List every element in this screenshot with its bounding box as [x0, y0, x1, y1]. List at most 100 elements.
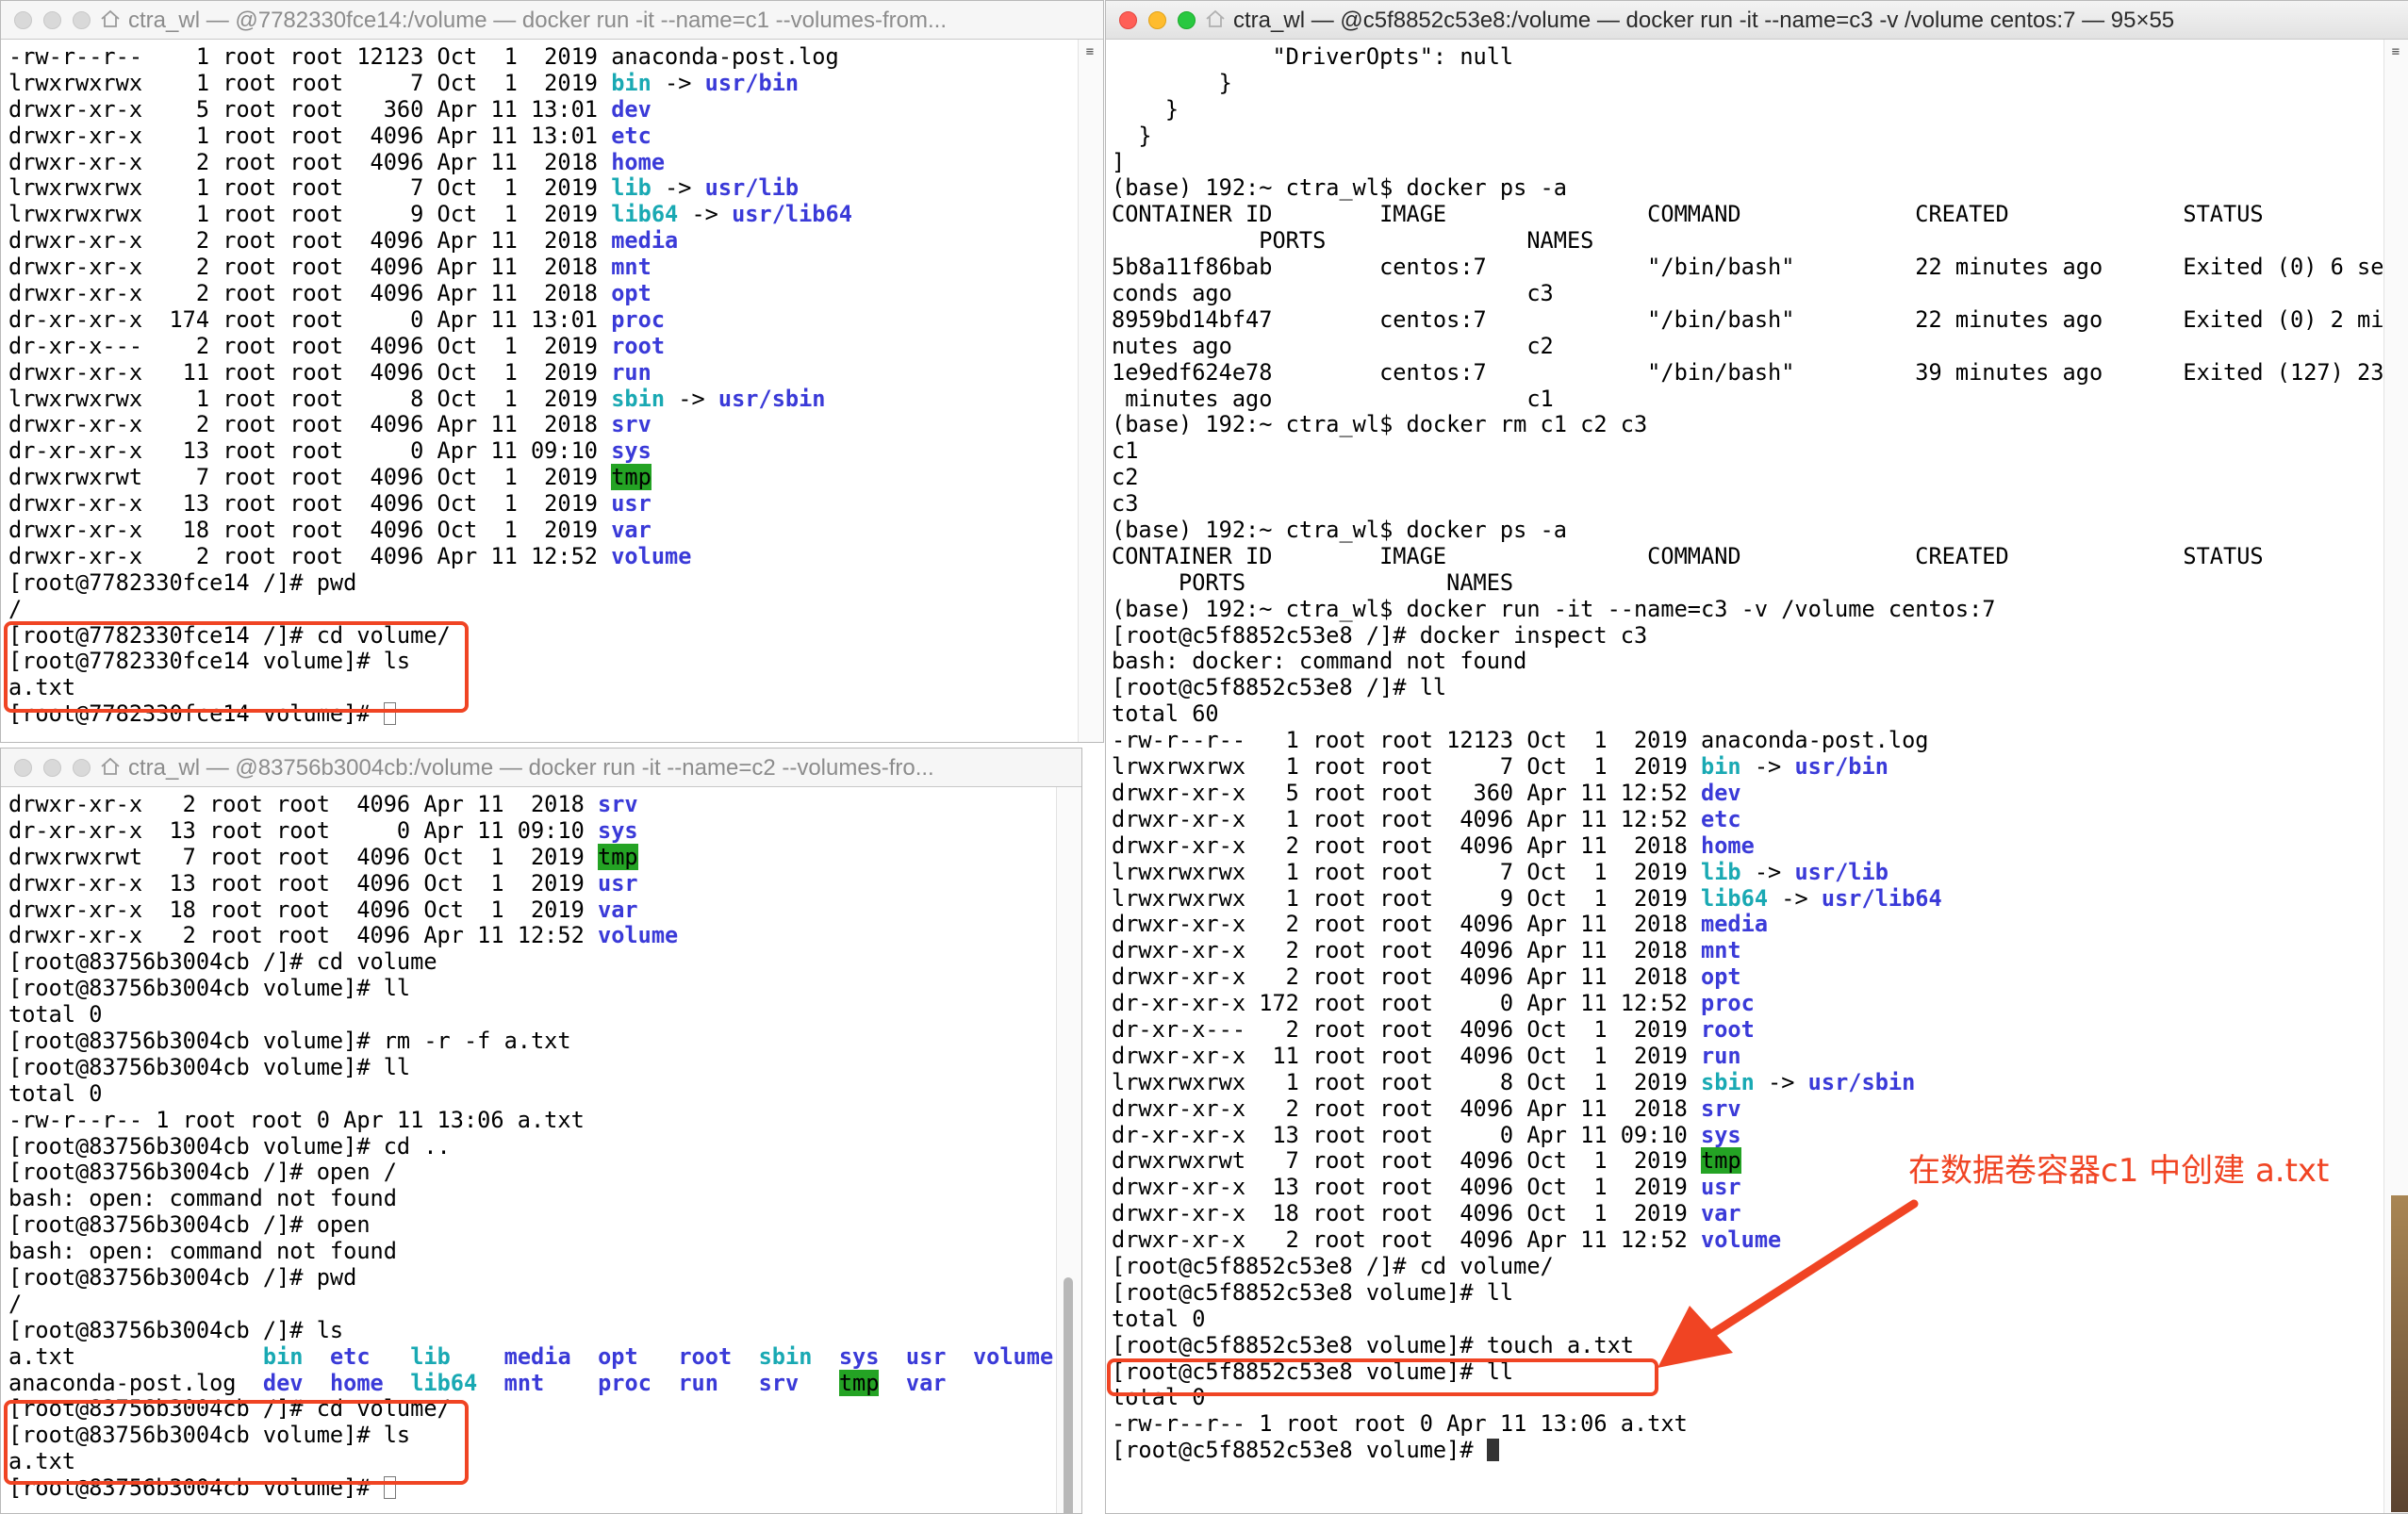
- minimize-button[interactable]: [43, 759, 61, 777]
- terminal-text: [root@83756b3004cb /]# cd volume: [8, 948, 437, 976]
- terminal-text: (base) 192:~ ctra_wl$ docker ps -a: [1112, 517, 1567, 544]
- file-entry-blue: run: [678, 1369, 718, 1396]
- terminal-text: drwxrwxrwt 7 root root 4096 Oct 1 2019: [1112, 1147, 1702, 1175]
- terminal-text: [root@c5f8852c53e8 /]# ll: [1112, 674, 1447, 701]
- title-bar[interactable]: ctra_wl — @c5f8852c53e8:/volume — docker…: [1106, 1, 2408, 40]
- close-button[interactable]: [14, 11, 32, 29]
- close-button[interactable]: [1119, 11, 1137, 29]
- terminal-text: ->: [678, 201, 733, 228]
- file-entry-blue: sys: [1701, 1121, 1741, 1148]
- terminal-line: -rw-r--r-- 1 root root 0 Apr 11 13:06 a.…: [8, 1107, 1053, 1134]
- terminal-line: dr-xr-xr-x 172 root root 0 Apr 11 12:52 …: [1112, 990, 2381, 1017]
- terminal-line: -rw-r--r-- 1 root root 0 Apr 11 13:06 a.…: [1112, 1410, 2381, 1438]
- terminal-text: [root@c5f8852c53e8 volume]# ll: [1112, 1278, 1514, 1306]
- minimize-button[interactable]: [1148, 11, 1166, 29]
- terminal-text: drwxrwxrwt 7 root root 4096 Oct 1 2019: [8, 843, 599, 870]
- terminal-text: drwxr-xr-x 2 root root 4096 Apr 11 2018: [1112, 1094, 1702, 1122]
- terminal-text: total 0: [8, 1079, 103, 1107]
- terminal-text: drwxr-xr-x 13 root root 4096 Oct 1 2019: [8, 490, 612, 518]
- terminal-text: drwxr-xr-x 13 root root 4096 Oct 1 2019: [1112, 1174, 1702, 1201]
- terminal-line: total 0: [8, 1001, 1053, 1029]
- terminal-line: lrwxrwxrwx 1 root root 9 Oct 1 2019 lib6…: [1112, 884, 2381, 913]
- terminal-text: [root@c5f8852c53e8 volume]# touch a.txt: [1112, 1331, 1634, 1358]
- terminal-text: drwxr-xr-x 2 root root 4096 Apr 11 12:52: [8, 542, 612, 569]
- file-entry-blue: usr/lib64: [732, 201, 852, 228]
- terminal-text: [root@83756b3004cb /]# open /: [8, 1159, 397, 1186]
- terminal-text: (base) 192:~ ctra_wl$ docker ps -a: [1112, 174, 1567, 202]
- title-bar[interactable]: ctra_wl — @7782330fce14:/volume — docker…: [1, 1, 1103, 40]
- terminal-text: [root@83756b3004cb volume]# ll: [8, 975, 411, 1002]
- file-entry-cyan: lib64: [410, 1369, 478, 1396]
- file-entry-blue: sys: [598, 816, 638, 844]
- terminal-line: [root@c5f8852c53e8 volume]#: [1112, 1437, 2381, 1464]
- file-entry-blue: home: [329, 1369, 384, 1396]
- terminal-text: 1e9edf624e78 centos:7 "/bin/bash" 39 min…: [1112, 358, 2384, 386]
- terminal-output[interactable]: drwxr-xr-x 2 root root 4096 Apr 11 2018 …: [8, 791, 1053, 1502]
- file-entry-blue: usr: [598, 869, 638, 897]
- file-entry-blue: proc: [1701, 990, 1755, 1017]
- terminal-text: c1: [1112, 437, 1139, 465]
- terminal-line: bash: docker: command not found: [1112, 649, 2381, 675]
- file-entry-blue: sys: [611, 437, 651, 465]
- terminal-text: drwxr-xr-x 2 root root 4096 Apr 11 12:52: [1112, 1226, 1702, 1254]
- terminal-text: [root@83756b3004cb /]# open: [8, 1211, 371, 1239]
- terminal-line: CONTAINER ID IMAGE COMMAND CREATED STATU…: [1112, 201, 2381, 228]
- title-bar[interactable]: ctra_wl — @83756b3004cb:/volume — docker…: [1, 749, 1081, 787]
- terminal-text: drwxr-xr-x 2 root root 4096 Apr 11 2018: [1112, 831, 1702, 859]
- terminal-text: anaconda-post.log: [8, 1369, 263, 1396]
- file-entry-blue: run: [1701, 1042, 1741, 1069]
- terminal-line: lrwxrwxrwx 1 root root 7 Oct 1 2019 bin …: [1112, 753, 2381, 781]
- minimize-button[interactable]: [43, 11, 61, 29]
- terminal-text: "DriverOpts": null: [1112, 43, 1514, 70]
- terminal-text: dr-xr-x--- 2 root root 4096 Oct 1 2019: [1112, 1015, 1702, 1043]
- file-entry-blue: volume: [611, 542, 692, 569]
- annotation-arrow-icon: [1658, 1199, 1919, 1368]
- terminal-text: drwxr-xr-x 2 root root 4096 Apr 11 2018: [8, 227, 612, 255]
- scrollbar[interactable]: [1056, 787, 1081, 1513]
- terminal-text: bash: open: command not found: [8, 1238, 397, 1265]
- terminal-line: /: [8, 1291, 1053, 1318]
- file-entry-cyan: lib: [611, 174, 651, 202]
- terminal-text: drwxr-xr-x 2 root root 4096 Apr 11 2018: [8, 280, 612, 307]
- scroll-menu-icon[interactable]: ≡: [2388, 45, 2403, 58]
- terminal-text: -rw-r--r-- 1 root root 12123 Oct 1 2019 …: [1112, 727, 1929, 754]
- terminal-line: drwxr-xr-x 2 root root 4096 Apr 11 2018 …: [8, 149, 1075, 176]
- file-entry-blue: usr/lib64: [1821, 884, 1942, 912]
- terminal-line: c2: [1112, 464, 2381, 491]
- file-entry-blue: opt: [598, 1342, 638, 1370]
- close-button[interactable]: [14, 759, 32, 777]
- terminal-line: [root@83756b3004cb /]# cd volume: [8, 948, 1053, 976]
- zoom-button[interactable]: [73, 11, 91, 29]
- terminal-text: [root@83756b3004cb volume]# rm -r -f a.t…: [8, 1028, 571, 1055]
- zoom-button[interactable]: [73, 759, 91, 777]
- scroll-thumb[interactable]: [1064, 1277, 1073, 1513]
- terminal-line: drwxr-xr-x 13 root root 4096 Oct 1 2019 …: [8, 490, 1075, 518]
- zoom-button[interactable]: [1178, 11, 1196, 29]
- scrollbar[interactable]: ≡: [1078, 40, 1103, 742]
- terminal-line: [root@c5f8852c53e8 /]# ll: [1112, 674, 2381, 701]
- terminal-text: drwxr-xr-x 13 root root 4096 Oct 1 2019: [8, 869, 599, 897]
- terminal-line: drwxr-xr-x 2 root root 4096 Apr 11 2018 …: [8, 791, 1053, 818]
- terminal-line: drwxr-xr-x 2 root root 4096 Apr 11 12:52…: [8, 923, 1053, 949]
- scroll-menu-icon[interactable]: ≡: [1082, 45, 1097, 58]
- terminal-line: drwxr-xr-x 2 root root 4096 Apr 11 2018 …: [1112, 831, 2381, 860]
- terminal-text: ->: [1740, 753, 1795, 781]
- terminal-text: }: [1112, 69, 1232, 96]
- desktop-background: [2391, 1195, 2408, 1512]
- terminal-line: drwxrwxrwt 7 root root 4096 Oct 1 2019 t…: [8, 843, 1053, 871]
- terminal-text: lrwxrwxrwx 1 root root 9 Oct 1 2019: [1112, 884, 1702, 912]
- file-entry-green: tmp: [598, 843, 638, 870]
- terminal-line: drwxr-xr-x 2 root root 4096 Apr 11 2018 …: [8, 412, 1075, 438]
- terminal-line: anaconda-post.log dev home lib64 mnt pro…: [8, 1369, 1053, 1397]
- terminal-line: drwxr-xr-x 5 root root 360 Apr 11 12:52 …: [1112, 779, 2381, 807]
- terminal-text: drwxr-xr-x 1 root root 4096 Apr 11 13:01: [8, 122, 612, 149]
- terminal-line: drwxr-xr-x 2 root root 4096 Apr 11 2018 …: [8, 254, 1075, 281]
- terminal-line: bash: open: command not found: [8, 1185, 1053, 1212]
- terminal-text: [root@83756b3004cb volume]# cd ..: [8, 1132, 451, 1160]
- terminal-text: drwxr-xr-x 5 root root 360 Apr 11 12:52: [1112, 779, 1702, 806]
- terminal-line: drwxr-xr-x 18 root root 4096 Oct 1 2019 …: [8, 897, 1053, 924]
